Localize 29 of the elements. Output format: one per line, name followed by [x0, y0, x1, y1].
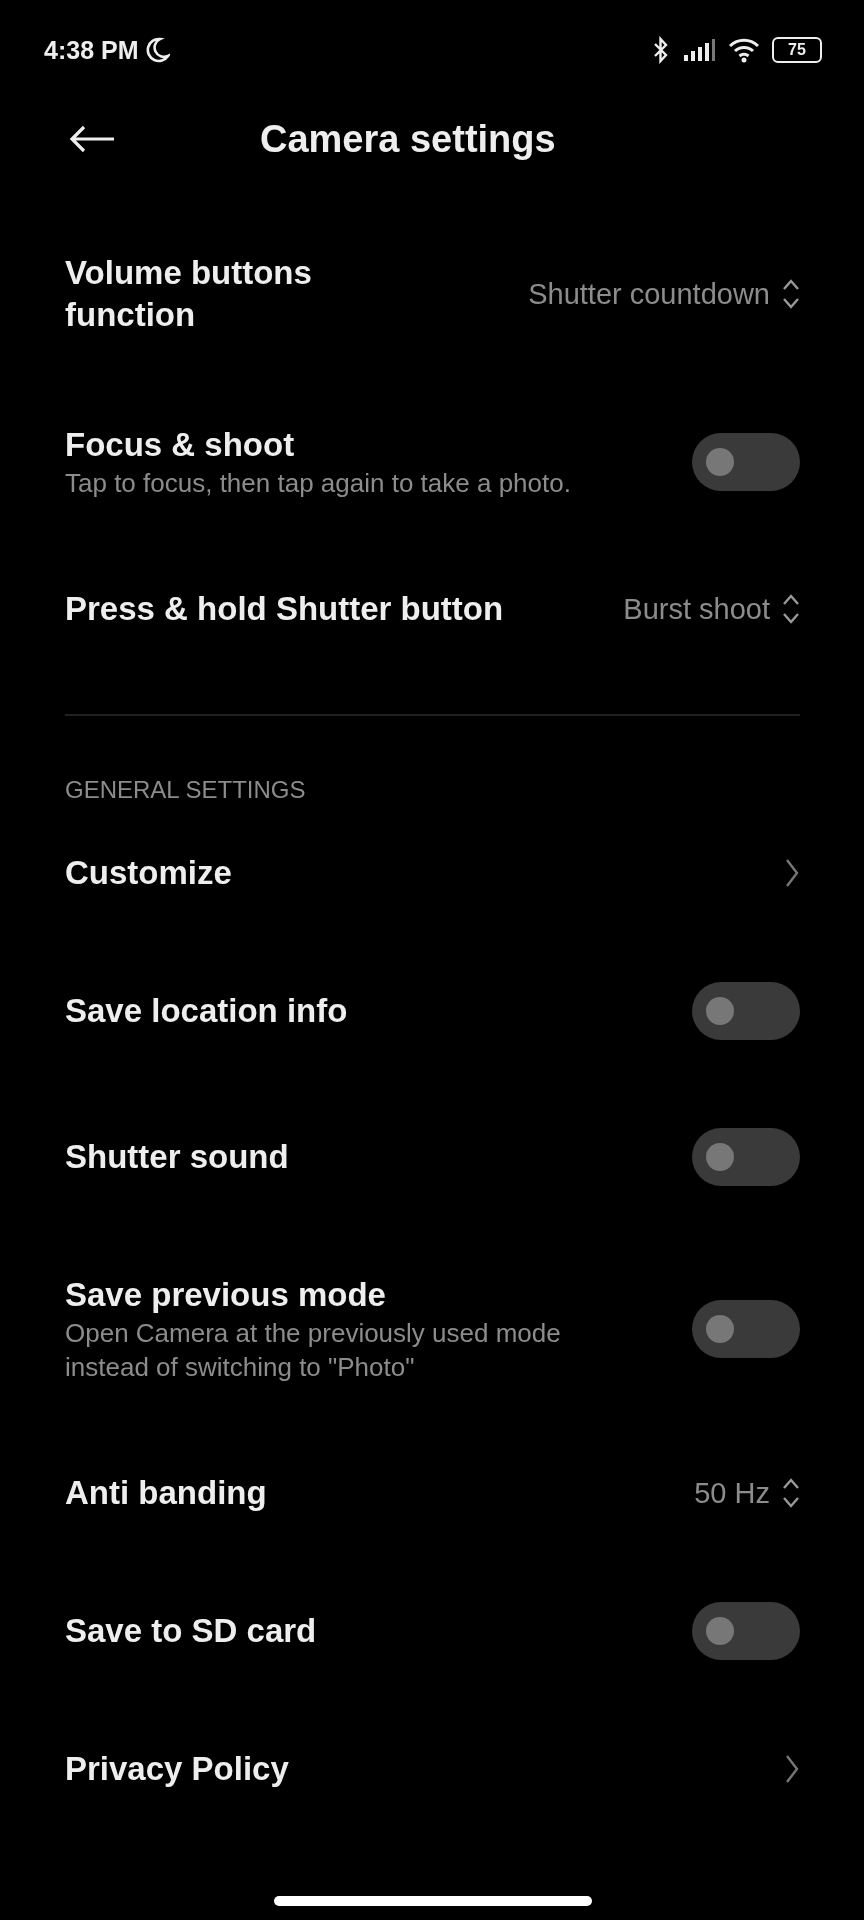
moon-icon — [144, 36, 171, 64]
chevron-right-icon[interactable] — [784, 857, 800, 889]
setting-value[interactable]: 50 Hz — [694, 1476, 770, 1510]
setting-label[interactable]: Press & hold Shutter button — [65, 588, 504, 630]
setting-label[interactable]: Volume buttons function — [65, 252, 365, 336]
page-title: Camera settings — [260, 117, 556, 161]
up-down-chevron-icon — [782, 1476, 800, 1510]
setting-label[interactable]: Privacy Policy — [65, 1748, 289, 1790]
status-time: 4:38 PM — [44, 35, 139, 65]
setting-description: Tap to focus, then tap again to take a photo. — [65, 467, 572, 500]
setting-label[interactable]: Save previous mode — [65, 1274, 386, 1316]
setting-label[interactable]: Anti banding — [65, 1472, 267, 1514]
battery-icon: 75 — [772, 37, 822, 63]
back-icon[interactable] — [68, 124, 116, 154]
wifi-icon — [728, 37, 760, 63]
setting-label[interactable]: Customize — [65, 852, 232, 894]
setting-label[interactable]: Focus & shoot — [65, 424, 295, 466]
setting-description: Open Camera at the previously used mode instead of switching to "Photo" — [65, 1317, 562, 1384]
signal-icon — [682, 38, 716, 62]
chevron-right-icon[interactable] — [784, 1753, 800, 1785]
setting-label[interactable]: Save location info — [65, 990, 348, 1032]
setting-label[interactable]: Shutter sound — [65, 1136, 289, 1178]
bluetooth-icon — [652, 36, 670, 64]
section-header: GENERAL SETTINGS — [65, 776, 307, 804]
setting-value[interactable]: Burst shoot — [623, 592, 770, 626]
up-down-chevron-icon — [782, 592, 800, 626]
setting-value[interactable]: Shutter countdown — [528, 277, 770, 311]
up-down-chevron-icon — [782, 277, 800, 311]
setting-label[interactable]: Save to SD card — [65, 1610, 317, 1652]
